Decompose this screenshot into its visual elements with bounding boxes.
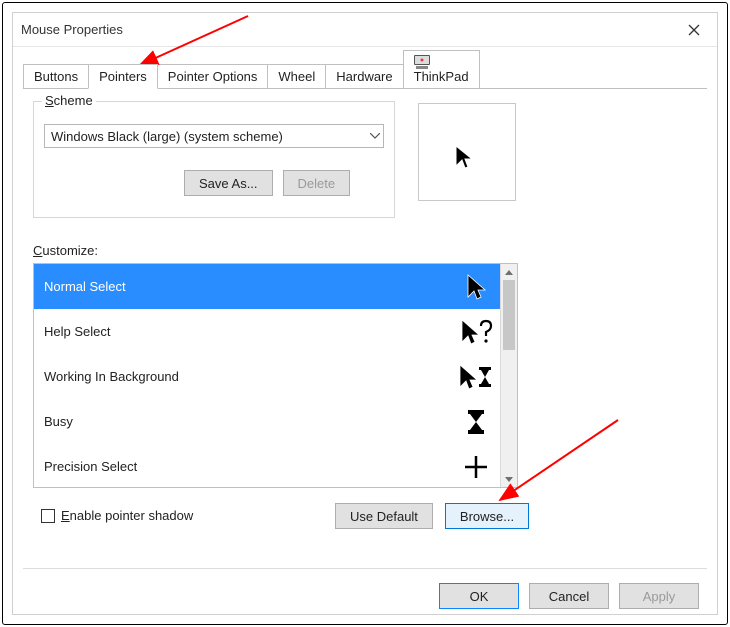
scheme-group: Scheme Windows Black (large) (system sch…	[33, 101, 395, 218]
window-title: Mouse Properties	[21, 22, 671, 37]
tab-pointer-options[interactable]: Pointer Options	[157, 64, 269, 89]
scrollbar-thumb[interactable]	[503, 280, 515, 350]
list-item-help-select[interactable]: Help Select	[34, 309, 500, 354]
list-item-precision-select[interactable]: Precision Select	[34, 444, 500, 487]
tab-label: Wheel	[278, 69, 315, 84]
scheme-selected-value: Windows Black (large) (system scheme)	[51, 129, 283, 144]
list-item-label: Precision Select	[44, 459, 452, 474]
button-label: Apply	[643, 589, 676, 604]
list-item-label: Working In Background	[44, 369, 452, 384]
list-item-label: Normal Select	[44, 279, 452, 294]
use-default-button[interactable]: Use Default	[335, 503, 433, 529]
checkbox-label: Enable pointer shadow	[61, 508, 193, 523]
tab-thinkpad[interactable]: ThinkPad	[403, 50, 480, 89]
button-label: OK	[470, 589, 489, 604]
cursor-preview-box	[418, 103, 516, 201]
tab-hardware[interactable]: Hardware	[325, 64, 403, 89]
tab-label: Hardware	[336, 69, 392, 84]
list-item-working-background[interactable]: Working In Background	[34, 354, 500, 399]
button-label: Save As...	[199, 176, 258, 191]
tab-buttons[interactable]: Buttons	[23, 64, 89, 89]
tab-label: Pointers	[99, 69, 147, 84]
checkbox-icon	[41, 509, 55, 523]
cancel-button[interactable]: Cancel	[529, 583, 609, 609]
browse-button[interactable]: Browse...	[445, 503, 529, 529]
listbox-scrollbar[interactable]	[500, 264, 517, 487]
titlebar: Mouse Properties	[13, 13, 717, 47]
scroll-up-icon	[501, 264, 517, 280]
list-item-normal-select[interactable]: Normal Select	[34, 264, 500, 309]
button-label: Cancel	[549, 589, 589, 604]
thinkpad-icon	[414, 55, 430, 69]
tab-label: Pointer Options	[168, 69, 258, 84]
cursor-busy-icon	[452, 409, 500, 435]
list-item-label: Help Select	[44, 324, 452, 339]
list-item-busy[interactable]: Busy	[34, 399, 500, 444]
button-label: Browse...	[460, 509, 514, 524]
save-as-button[interactable]: Save As...	[184, 170, 273, 196]
window-close-button[interactable]	[671, 13, 717, 47]
cursor-precision-icon	[452, 455, 500, 479]
cursor-arrow-icon	[452, 273, 500, 301]
apply-button[interactable]: Apply	[619, 583, 699, 609]
dialog-separator	[23, 568, 707, 569]
list-item-label: Busy	[44, 414, 452, 429]
cursor-working-icon	[452, 363, 500, 391]
mouse-properties-dialog: Mouse Properties Buttons Pointers Pointe…	[12, 12, 718, 615]
tab-label: Buttons	[34, 69, 78, 84]
scheme-dropdown[interactable]: Windows Black (large) (system scheme)	[44, 124, 384, 148]
button-label: Use Default	[350, 509, 418, 524]
scheme-legend: Scheme	[42, 93, 96, 108]
customize-label: Customize:	[33, 243, 98, 258]
scroll-down-icon	[501, 471, 517, 487]
cursor-help-icon	[452, 318, 500, 346]
ok-button[interactable]: OK	[439, 583, 519, 609]
tab-pointers[interactable]: Pointers	[88, 64, 158, 89]
button-label: Delete	[298, 176, 336, 191]
tab-content-pointers: Scheme Windows Black (large) (system sch…	[23, 89, 707, 218]
cursor-preview-icon	[454, 144, 474, 170]
chevron-down-icon	[367, 133, 383, 139]
cursor-listbox[interactable]: Normal Select Help Select Working In Bac…	[33, 263, 518, 488]
tabstrip: Buttons Pointers Pointer Options Wheel H…	[23, 65, 707, 89]
tab-wheel[interactable]: Wheel	[267, 64, 326, 89]
delete-button[interactable]: Delete	[283, 170, 351, 196]
close-icon	[688, 24, 700, 36]
enable-pointer-shadow-checkbox[interactable]: Enable pointer shadow	[41, 508, 193, 523]
tab-label: ThinkPad	[414, 69, 469, 84]
